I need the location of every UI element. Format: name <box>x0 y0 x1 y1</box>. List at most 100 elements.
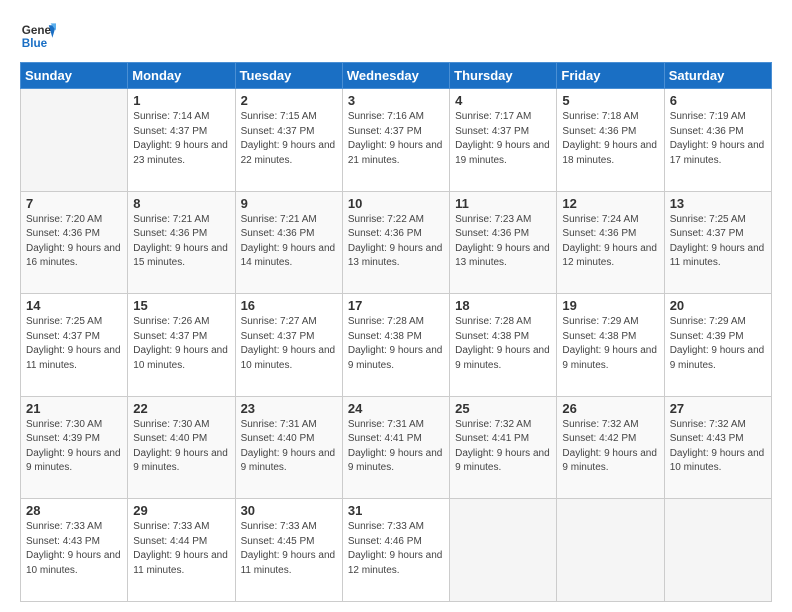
day-number: 22 <box>133 401 229 416</box>
day-number: 11 <box>455 196 551 211</box>
day-number: 21 <box>26 401 122 416</box>
calendar-cell: 20Sunrise: 7:29 AMSunset: 4:39 PMDayligh… <box>664 294 771 397</box>
day-number: 18 <box>455 298 551 313</box>
day-info: Sunrise: 7:28 AMSunset: 4:38 PMDaylight:… <box>455 315 551 373</box>
day-info: Sunrise: 7:32 AMSunset: 4:41 PMDaylight:… <box>455 418 551 476</box>
calendar-cell <box>557 499 664 602</box>
calendar-cell <box>664 499 771 602</box>
calendar-week-row: 1 Sunrise: 7:14 AMSunset: 4:37 PMDaylight… <box>21 89 772 192</box>
calendar-cell: 13Sunrise: 7:25 AMSunset: 4:37 PMDayligh… <box>664 191 771 294</box>
day-info: Sunrise: 7:21 AMSunset: 4:36 PMDaylight:… <box>241 213 337 271</box>
day-number: 29 <box>133 503 229 518</box>
calendar-cell: 10 Sunrise: 7:22 AMSunset: 4:36 PMDayligh… <box>342 191 449 294</box>
calendar-cell: 9 Sunrise: 7:21 AMSunset: 4:36 PMDaylight… <box>235 191 342 294</box>
calendar-cell: 30 Sunrise: 7:33 AMSunset: 4:45 PMDayligh… <box>235 499 342 602</box>
day-info: Sunrise: 7:19 AMSunset: 4:36 PMDaylight:… <box>670 110 766 168</box>
calendar-cell: 26 Sunrise: 7:32 AMSunset: 4:42 PMDayligh… <box>557 396 664 499</box>
calendar-cell: 4 Sunrise: 7:17 AMSunset: 4:37 PMDaylight… <box>450 89 557 192</box>
calendar-cell: 31 Sunrise: 7:33 AMSunset: 4:46 PMDayligh… <box>342 499 449 602</box>
day-info: Sunrise: 7:18 AMSunset: 4:36 PMDaylight:… <box>562 110 658 168</box>
day-info: Sunrise: 7:32 AMSunset: 4:43 PMDaylight:… <box>670 418 766 476</box>
calendar-week-row: 21 Sunrise: 7:30 AMSunset: 4:39 PMDayligh… <box>21 396 772 499</box>
calendar-cell: 8Sunrise: 7:21 AMSunset: 4:36 PMDaylight… <box>128 191 235 294</box>
day-number: 31 <box>348 503 444 518</box>
day-header-tuesday: Tuesday <box>235 63 342 89</box>
calendar-week-row: 7 Sunrise: 7:20 AMSunset: 4:36 PMDaylight… <box>21 191 772 294</box>
header: General Blue <box>20 18 772 54</box>
day-number: 9 <box>241 196 337 211</box>
calendar-cell: 2Sunrise: 7:15 AMSunset: 4:37 PMDaylight… <box>235 89 342 192</box>
calendar-week-row: 28 Sunrise: 7:33 AMSunset: 4:43 PMDayligh… <box>21 499 772 602</box>
calendar-cell: 18 Sunrise: 7:28 AMSunset: 4:38 PMDayligh… <box>450 294 557 397</box>
day-info: Sunrise: 7:22 AMSunset: 4:36 PMDaylight:… <box>348 213 444 271</box>
day-header-saturday: Saturday <box>664 63 771 89</box>
day-number: 30 <box>241 503 337 518</box>
day-info: Sunrise: 7:17 AMSunset: 4:37 PMDaylight:… <box>455 110 551 168</box>
calendar-cell <box>21 89 128 192</box>
calendar-cell: 22Sunrise: 7:30 AMSunset: 4:40 PMDayligh… <box>128 396 235 499</box>
calendar-cell: 14Sunrise: 7:25 AMSunset: 4:37 PMDayligh… <box>21 294 128 397</box>
calendar-cell: 5 Sunrise: 7:18 AMSunset: 4:36 PMDaylight… <box>557 89 664 192</box>
day-info: Sunrise: 7:33 AMSunset: 4:43 PMDaylight:… <box>26 520 122 578</box>
day-info: Sunrise: 7:20 AMSunset: 4:36 PMDaylight:… <box>26 213 122 271</box>
logo-icon: General Blue <box>20 18 56 54</box>
day-info: Sunrise: 7:14 AMSunset: 4:37 PMDaylight:… <box>133 110 229 168</box>
day-number: 19 <box>562 298 658 313</box>
page: General Blue SundayMondayTuesdayWednesda… <box>0 0 792 612</box>
calendar-cell: 29Sunrise: 7:33 AMSunset: 4:44 PMDayligh… <box>128 499 235 602</box>
day-number: 8 <box>133 196 229 211</box>
day-number: 23 <box>241 401 337 416</box>
calendar-table: SundayMondayTuesdayWednesdayThursdayFrid… <box>20 62 772 602</box>
day-header-wednesday: Wednesday <box>342 63 449 89</box>
day-info: Sunrise: 7:32 AMSunset: 4:42 PMDaylight:… <box>562 418 658 476</box>
day-number: 14 <box>26 298 122 313</box>
day-info: Sunrise: 7:26 AMSunset: 4:37 PMDaylight:… <box>133 315 229 373</box>
day-number: 24 <box>348 401 444 416</box>
day-info: Sunrise: 7:25 AMSunset: 4:37 PMDaylight:… <box>670 213 766 271</box>
calendar-cell: 7 Sunrise: 7:20 AMSunset: 4:36 PMDaylight… <box>21 191 128 294</box>
calendar-cell: 17 Sunrise: 7:28 AMSunset: 4:38 PMDayligh… <box>342 294 449 397</box>
svg-text:Blue: Blue <box>22 37 48 50</box>
day-number: 7 <box>26 196 122 211</box>
calendar-cell: 19 Sunrise: 7:29 AMSunset: 4:38 PMDayligh… <box>557 294 664 397</box>
calendar-cell: 28 Sunrise: 7:33 AMSunset: 4:43 PMDayligh… <box>21 499 128 602</box>
day-info: Sunrise: 7:27 AMSunset: 4:37 PMDaylight:… <box>241 315 337 373</box>
day-info: Sunrise: 7:16 AMSunset: 4:37 PMDaylight:… <box>348 110 444 168</box>
day-info: Sunrise: 7:23 AMSunset: 4:36 PMDaylight:… <box>455 213 551 271</box>
calendar-cell: 11 Sunrise: 7:23 AMSunset: 4:36 PMDayligh… <box>450 191 557 294</box>
calendar-cell: 21 Sunrise: 7:30 AMSunset: 4:39 PMDayligh… <box>21 396 128 499</box>
calendar-cell: 25 Sunrise: 7:32 AMSunset: 4:41 PMDayligh… <box>450 396 557 499</box>
calendar-cell: 23 Sunrise: 7:31 AMSunset: 4:40 PMDayligh… <box>235 396 342 499</box>
day-number: 16 <box>241 298 337 313</box>
day-number: 20 <box>670 298 766 313</box>
day-number: 3 <box>348 93 444 108</box>
day-number: 15 <box>133 298 229 313</box>
calendar-cell <box>450 499 557 602</box>
day-info: Sunrise: 7:31 AMSunset: 4:40 PMDaylight:… <box>241 418 337 476</box>
day-header-thursday: Thursday <box>450 63 557 89</box>
day-number: 17 <box>348 298 444 313</box>
day-number: 1 <box>133 93 229 108</box>
day-number: 12 <box>562 196 658 211</box>
day-number: 10 <box>348 196 444 211</box>
day-number: 26 <box>562 401 658 416</box>
day-info: Sunrise: 7:33 AMSunset: 4:45 PMDaylight:… <box>241 520 337 578</box>
day-number: 28 <box>26 503 122 518</box>
day-info: Sunrise: 7:24 AMSunset: 4:36 PMDaylight:… <box>562 213 658 271</box>
logo: General Blue <box>20 18 56 54</box>
day-info: Sunrise: 7:29 AMSunset: 4:38 PMDaylight:… <box>562 315 658 373</box>
day-info: Sunrise: 7:28 AMSunset: 4:38 PMDaylight:… <box>348 315 444 373</box>
calendar-cell: 16 Sunrise: 7:27 AMSunset: 4:37 PMDayligh… <box>235 294 342 397</box>
day-info: Sunrise: 7:33 AMSunset: 4:46 PMDaylight:… <box>348 520 444 578</box>
calendar-week-row: 14Sunrise: 7:25 AMSunset: 4:37 PMDayligh… <box>21 294 772 397</box>
day-info: Sunrise: 7:31 AMSunset: 4:41 PMDaylight:… <box>348 418 444 476</box>
day-number: 25 <box>455 401 551 416</box>
calendar-cell: 24 Sunrise: 7:31 AMSunset: 4:41 PMDayligh… <box>342 396 449 499</box>
day-header-sunday: Sunday <box>21 63 128 89</box>
day-number: 5 <box>562 93 658 108</box>
calendar-cell: 15 Sunrise: 7:26 AMSunset: 4:37 PMDayligh… <box>128 294 235 397</box>
day-number: 4 <box>455 93 551 108</box>
day-info: Sunrise: 7:30 AMSunset: 4:39 PMDaylight:… <box>26 418 122 476</box>
day-number: 6 <box>670 93 766 108</box>
day-number: 27 <box>670 401 766 416</box>
